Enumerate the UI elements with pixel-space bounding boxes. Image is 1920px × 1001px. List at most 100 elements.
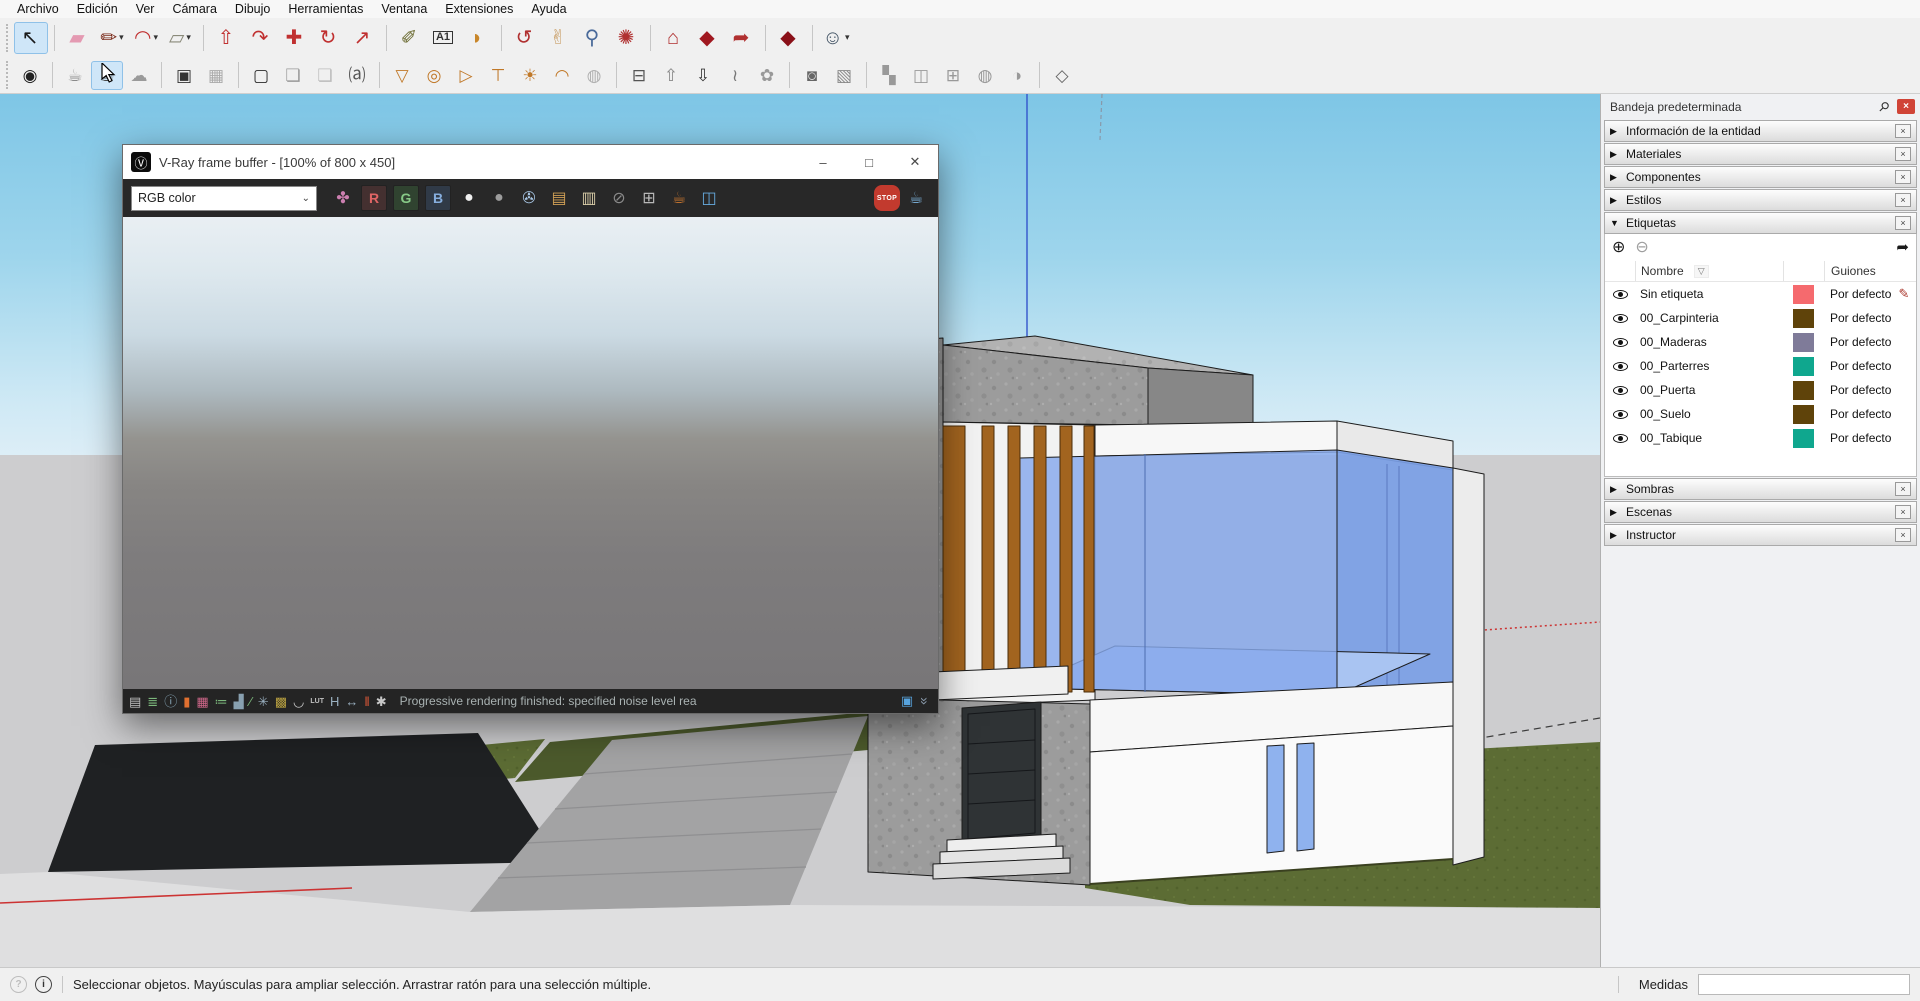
vray-rect-light-button[interactable]: ▽: [386, 61, 418, 90]
menu-item[interactable]: Dibujo: [226, 1, 279, 17]
section-components[interactable]: ▶ Componentes ×: [1604, 166, 1917, 188]
vfb-blue-channel-button[interactable]: B: [425, 185, 451, 211]
collapse-chevron-icon[interactable]: »: [917, 697, 933, 705]
vfb-histogram-icon[interactable]: ▟: [234, 695, 244, 708]
text-tool[interactable]: A1: [427, 22, 461, 54]
3d-warehouse-button[interactable]: ⌂: [657, 22, 691, 54]
tag-row[interactable]: 00_Maderas Por defecto: [1605, 330, 1916, 354]
vray-frame-buffer-window[interactable]: Ⓥ V-Ray frame buffer - [100% of 800 x 45…: [122, 144, 939, 714]
vray-render-history-button[interactable]: ❏: [309, 61, 341, 90]
tag-color-swatch[interactable]: [1793, 404, 1814, 424]
toolbar-separator[interactable]: [54, 24, 55, 51]
offset-tool[interactable]: ↷: [244, 22, 278, 54]
section-close-button[interactable]: ×: [1895, 216, 1911, 230]
tag-color-swatch[interactable]: [1793, 428, 1814, 448]
toolbar-drag-handle[interactable]: [6, 23, 10, 52]
vfb-render-last-button[interactable]: ☕: [665, 184, 693, 212]
menu-item[interactable]: Edición: [68, 1, 127, 17]
tag-color-swatch[interactable]: [1793, 380, 1814, 400]
menu-item[interactable]: Cámara: [163, 1, 225, 17]
vfb-heat-range-icon[interactable]: ↔: [345, 695, 358, 708]
vfb-display-correction-icon[interactable]: ▣: [901, 693, 913, 709]
section-close-button[interactable]: ×: [1895, 505, 1911, 519]
vray-sphere-light-button[interactable]: ◎: [418, 61, 450, 90]
toolbar-separator[interactable]: [238, 62, 239, 88]
push-pull-tool[interactable]: ⇧: [210, 22, 244, 54]
eraser-tool[interactable]: ▰: [61, 22, 95, 54]
tag-dash-style[interactable]: Por defecto: [1824, 311, 1892, 325]
vfb-aperture-icon[interactable]: ✳: [258, 695, 269, 708]
orbit-tool[interactable]: ↺: [508, 22, 542, 54]
menu-item[interactable]: Ventana: [372, 1, 436, 17]
share-model-button[interactable]: ➦: [725, 22, 759, 54]
vfb-green-channel-button[interactable]: G: [393, 185, 419, 211]
toolbar-separator[interactable]: [386, 24, 387, 51]
tag-row[interactable]: Sin etiqueta Por defecto ✎: [1605, 282, 1916, 306]
toolbar-separator[interactable]: [161, 62, 162, 88]
vfb-clear-image-button[interactable]: ⊘: [605, 184, 633, 212]
vray-render-cloud-button[interactable]: ☁: [123, 61, 155, 90]
toolbar-separator[interactable]: [52, 62, 53, 88]
vfb-exposure-icon[interactable]: ▮: [183, 695, 190, 708]
vfb-title-bar[interactable]: Ⓥ V-Ray frame buffer - [100% of 800 x 45…: [123, 145, 938, 179]
rotate-tool[interactable]: ↻: [312, 22, 346, 54]
vray-render-button[interactable]: ☕: [59, 61, 91, 90]
toolbar-separator[interactable]: [616, 62, 617, 88]
vfb-hsl-icon[interactable]: ▦: [196, 695, 208, 708]
vfb-background-icon[interactable]: ▩: [275, 695, 287, 708]
menu-item[interactable]: Extensiones: [436, 1, 522, 17]
tag-color-swatch[interactable]: [1793, 356, 1814, 376]
tag-row[interactable]: 00_Carpinteria Por defecto: [1605, 306, 1916, 330]
vray-fur-button[interactable]: ≀: [719, 61, 751, 90]
menu-item[interactable]: Ver: [127, 1, 164, 17]
maximize-button[interactable]: □: [846, 145, 892, 179]
info-icon[interactable]: i: [35, 976, 52, 993]
close-button[interactable]: ✕: [892, 145, 938, 179]
vfb-alpha-channel-button[interactable]: ●: [485, 184, 513, 212]
vfb-white-channel-button[interactable]: ●: [455, 184, 483, 212]
section-instructor[interactable]: ▶ Instructor ×: [1604, 524, 1917, 546]
menu-item[interactable]: Ayuda: [522, 1, 575, 17]
tag-row[interactable]: 00_Puerta Por defecto: [1605, 378, 1916, 402]
tag-dash-style[interactable]: Por defecto: [1824, 431, 1892, 445]
vfb-stop-render-button[interactable]: STOP: [874, 185, 900, 211]
vray-viewport-render-region-button[interactable]: ▦: [200, 61, 232, 90]
vray-scene-interaction-button[interactable]: ◇: [1046, 61, 1078, 90]
tag-color-swatch[interactable]: [1793, 308, 1814, 328]
vfb-sharpen-icon[interactable]: ✱: [376, 695, 387, 708]
paint-bucket-tool[interactable]: ◗: [461, 22, 495, 54]
tag-color-swatch[interactable]: [1793, 332, 1814, 352]
toolbar-separator[interactable]: [501, 24, 502, 51]
vray-uvw-box-button[interactable]: ◫: [905, 61, 937, 90]
zoom-extents-tool[interactable]: ✺: [610, 22, 644, 54]
section-entity-info[interactable]: ▶ Información de la entidad ×: [1604, 120, 1917, 142]
vray-dome-light-button[interactable]: ◠: [546, 61, 578, 90]
visibility-eye-icon[interactable]: [1605, 361, 1635, 371]
section-close-button[interactable]: ×: [1895, 147, 1911, 161]
vray-clipper-button[interactable]: ✿: [751, 61, 783, 90]
extension-warehouse-button[interactable]: ◆: [691, 22, 725, 54]
pin-icon[interactable]: ⚲: [1875, 97, 1893, 115]
account-button[interactable]: ☺ ▾: [819, 22, 853, 54]
vray-viewport-render-button[interactable]: ▣: [168, 61, 200, 90]
toolbar-drag-handle[interactable]: [6, 61, 10, 89]
tag-color-swatch[interactable]: [1793, 284, 1814, 304]
tag-details-button[interactable]: ➦: [1896, 240, 1909, 255]
vray-batch-render-button[interactable]: ❏: [277, 61, 309, 90]
vray-export-proxy-button[interactable]: ⇧: [655, 61, 687, 90]
vfb-ab-compare-button[interactable]: ◫: [695, 184, 723, 212]
tag-dash-style[interactable]: Por defecto: [1824, 335, 1892, 349]
tray-title-bar[interactable]: Bandeja predeterminada ⚲ ×: [1601, 94, 1920, 119]
vray-uvw-planar-button[interactable]: ▚: [873, 61, 905, 90]
vfb-panel-toggle-icon[interactable]: ▤: [129, 695, 141, 708]
rectangle-tool[interactable]: ▱ ▾: [163, 22, 197, 54]
vray-asset-editor-button[interactable]: ◉: [14, 61, 46, 90]
visibility-eye-icon[interactable]: [1605, 289, 1635, 299]
move-tool[interactable]: ✚: [278, 22, 312, 54]
extension-manager-button[interactable]: ◆: [772, 22, 806, 54]
vray-infinite-plane-button[interactable]: ⊟: [623, 61, 655, 90]
vfb-heatmap-icon[interactable]: H: [330, 695, 339, 708]
tag-dash-style[interactable]: Por defecto: [1824, 407, 1892, 421]
toolbar-separator[interactable]: [765, 24, 766, 51]
vray-import-proxy-button[interactable]: ⇩: [687, 61, 719, 90]
